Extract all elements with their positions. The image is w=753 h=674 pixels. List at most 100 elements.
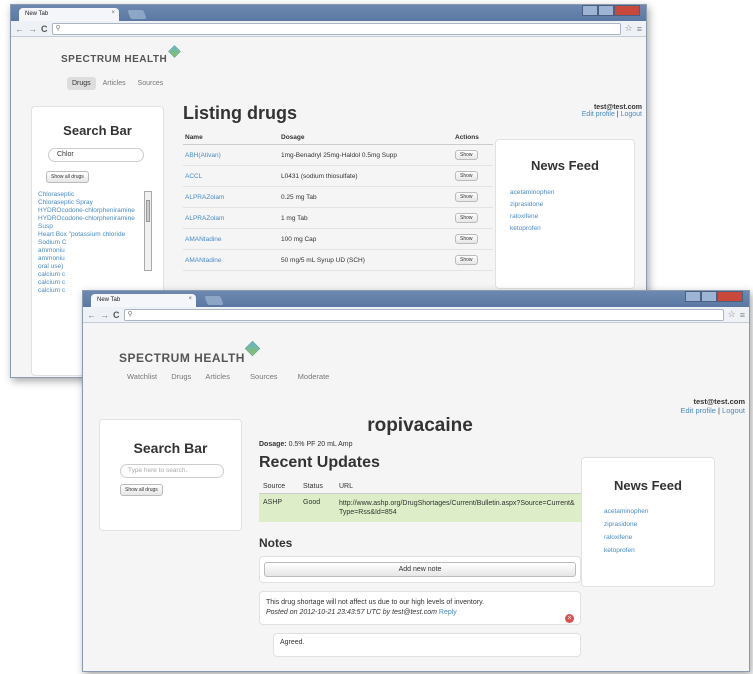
- nav-moderate[interactable]: Moderate: [292, 369, 336, 384]
- tab-title: New Tab: [25, 11, 49, 17]
- new-tab-button[interactable]: [127, 10, 147, 19]
- news-feed-item[interactable]: acetaminophen: [604, 505, 714, 518]
- drug-detail: ropivacaine Dosage: 0.5% PF 20 mL Amp Re…: [259, 415, 581, 657]
- close-tab-icon[interactable]: ×: [111, 10, 115, 16]
- menu-icon[interactable]: ≡: [740, 310, 745, 320]
- search-result-item[interactable]: calcium c: [38, 279, 150, 287]
- browser-tab[interactable]: New Tab ×: [19, 8, 119, 21]
- show-button[interactable]: Show: [455, 213, 478, 223]
- search-result-item[interactable]: oral use): [38, 263, 150, 271]
- search-result-item[interactable]: calcium c: [38, 271, 150, 279]
- forward-arrow-icon[interactable]: →: [100, 310, 109, 320]
- reload-icon[interactable]: C: [113, 310, 120, 320]
- edit-profile-link[interactable]: Edit profile: [582, 111, 615, 118]
- show-all-drugs-button[interactable]: Show all drugs: [46, 171, 89, 183]
- nav-drugs[interactable]: Drugs: [67, 77, 96, 90]
- star-icon[interactable]: ☆: [728, 309, 736, 320]
- search-input[interactable]: Chlor: [48, 148, 144, 162]
- news-feed-item[interactable]: ketoprofen: [510, 223, 634, 235]
- browser-tab[interactable]: New Tab ×: [91, 294, 196, 307]
- update-url-link[interactable]: http://www.ashp.org/DrugShortages/Curren…: [335, 494, 581, 523]
- news-feed-panel: News Feed acetaminophen ziprasidone raloxi…: [581, 457, 715, 587]
- table-row[interactable]: ABH(Ativan) 1mg-Benadryl 25mg-Haldol 0.5m…: [183, 145, 493, 166]
- news-feed-title: News Feed: [614, 478, 682, 493]
- address-bar[interactable]: ⚲: [51, 22, 621, 35]
- drug-name-link[interactable]: AMANtadine: [183, 229, 279, 250]
- drug-name-link[interactable]: AMANtadine: [183, 250, 279, 271]
- menu-icon[interactable]: ≡: [637, 24, 642, 34]
- new-tab-button[interactable]: [204, 296, 224, 305]
- maximize-button[interactable]: [598, 5, 614, 16]
- edit-profile-link[interactable]: Edit profile: [680, 406, 715, 415]
- search-icon: ⚲: [127, 310, 133, 318]
- logout-link[interactable]: Logout: [621, 111, 642, 118]
- table-row[interactable]: ASHP Good http://www.ashp.org/DrugShorta…: [259, 493, 581, 523]
- reload-icon[interactable]: C: [41, 24, 48, 34]
- nav-articles[interactable]: Articles: [199, 369, 236, 384]
- drug-name-link[interactable]: ALPRAZolam: [183, 187, 279, 208]
- news-feed-item[interactable]: acetaminophen: [510, 187, 634, 199]
- user-menu: test@test.com Edit profile | Logout: [582, 104, 642, 118]
- news-feed-item[interactable]: raloxifene: [510, 211, 634, 223]
- scrollbar-thumb[interactable]: [146, 200, 150, 222]
- back-arrow-icon[interactable]: ←: [87, 310, 96, 320]
- search-result-item[interactable]: HYDROcodone-chlorpheniramine Susp: [38, 215, 150, 231]
- nav-drugs[interactable]: Drugs: [165, 369, 197, 384]
- drug-name-link[interactable]: ACCL: [183, 166, 279, 187]
- brand-logo[interactable]: SPECTRUM HEALTH: [119, 351, 245, 365]
- news-feed-item[interactable]: ziprasidone: [604, 518, 714, 531]
- nav-articles[interactable]: Articles: [98, 77, 131, 90]
- separator: |: [616, 111, 619, 118]
- maximize-button[interactable]: [701, 291, 717, 302]
- table-row[interactable]: ACCL L0431 (sodium thiosulfate) Show: [183, 166, 493, 187]
- user-email: test@test.com: [593, 104, 642, 111]
- news-feed-item[interactable]: raloxifene: [604, 531, 714, 544]
- search-result-item[interactable]: Chloraseptic Spray: [38, 199, 150, 207]
- drug-name-link[interactable]: ALPRAZolam: [183, 208, 279, 229]
- close-window-button[interactable]: [614, 5, 640, 16]
- search-result-item[interactable]: ammoniu: [38, 247, 150, 255]
- search-result-item[interactable]: Heart Box "potassium chloride: [38, 231, 150, 239]
- back-arrow-icon[interactable]: ←: [15, 24, 24, 34]
- news-feed-item[interactable]: ketoprofen: [604, 544, 714, 557]
- table-row[interactable]: ALPRAZolam 1 mg Tab Show: [183, 208, 493, 229]
- close-window-button[interactable]: [717, 291, 743, 302]
- search-result-item[interactable]: ammoniu: [38, 255, 150, 263]
- search-input[interactable]: Type here to search.: [120, 464, 224, 478]
- logout-link[interactable]: Logout: [722, 406, 745, 415]
- search-result-item[interactable]: Chloraseptic: [38, 191, 150, 199]
- nav-watchlist[interactable]: Watchlist: [121, 369, 163, 384]
- recent-updates-heading: Recent Updates: [259, 454, 380, 471]
- show-button[interactable]: Show: [455, 171, 478, 181]
- brand-logo[interactable]: SPECTRUM HEALTH: [61, 54, 167, 65]
- table-row[interactable]: AMANtadine 100 mg Cap Show: [183, 229, 493, 250]
- delete-note-icon[interactable]: ×: [565, 614, 574, 623]
- reply-link[interactable]: Reply: [439, 609, 457, 616]
- nav-sources[interactable]: Sources: [244, 369, 284, 384]
- show-button[interactable]: Show: [455, 192, 478, 202]
- news-feed-item[interactable]: ziprasidone: [510, 199, 634, 211]
- show-button[interactable]: Show: [455, 150, 478, 160]
- search-title: Search Bar: [63, 123, 132, 138]
- minimize-button[interactable]: [582, 5, 598, 16]
- show-button[interactable]: Show: [455, 255, 478, 265]
- logo-diamond-icon: [167, 45, 181, 58]
- close-tab-icon[interactable]: ×: [188, 296, 192, 302]
- nav-sources[interactable]: Sources: [133, 77, 169, 90]
- show-button[interactable]: Show: [455, 234, 478, 244]
- minimize-button[interactable]: [685, 291, 701, 302]
- search-result-item[interactable]: Sodium C: [38, 239, 150, 247]
- show-all-drugs-button[interactable]: Show all drugs: [120, 484, 163, 496]
- title-bar: New Tab ×: [11, 5, 646, 21]
- table-row[interactable]: AMANtadine 50 mg/5 mL Syrup UD (SCH) Show: [183, 250, 493, 271]
- add-new-note-button[interactable]: Add new note: [264, 562, 576, 577]
- star-icon[interactable]: ☆: [625, 23, 633, 34]
- search-result-item[interactable]: HYDROcodone-chlorpheniramine: [38, 207, 150, 215]
- search-results-list: Chloraseptic Chloraseptic Spray HYDROcodon…: [38, 191, 152, 295]
- forward-arrow-icon[interactable]: →: [28, 24, 37, 34]
- site-header: SPECTRUM HEALTH: [61, 45, 181, 67]
- table-row[interactable]: ALPRAZolam 0.25 mg Tab Show: [183, 187, 493, 208]
- drug-name-link[interactable]: ABH(Ativan): [183, 145, 279, 166]
- address-bar[interactable]: ⚲: [123, 308, 724, 321]
- results-scrollbar[interactable]: [144, 191, 152, 271]
